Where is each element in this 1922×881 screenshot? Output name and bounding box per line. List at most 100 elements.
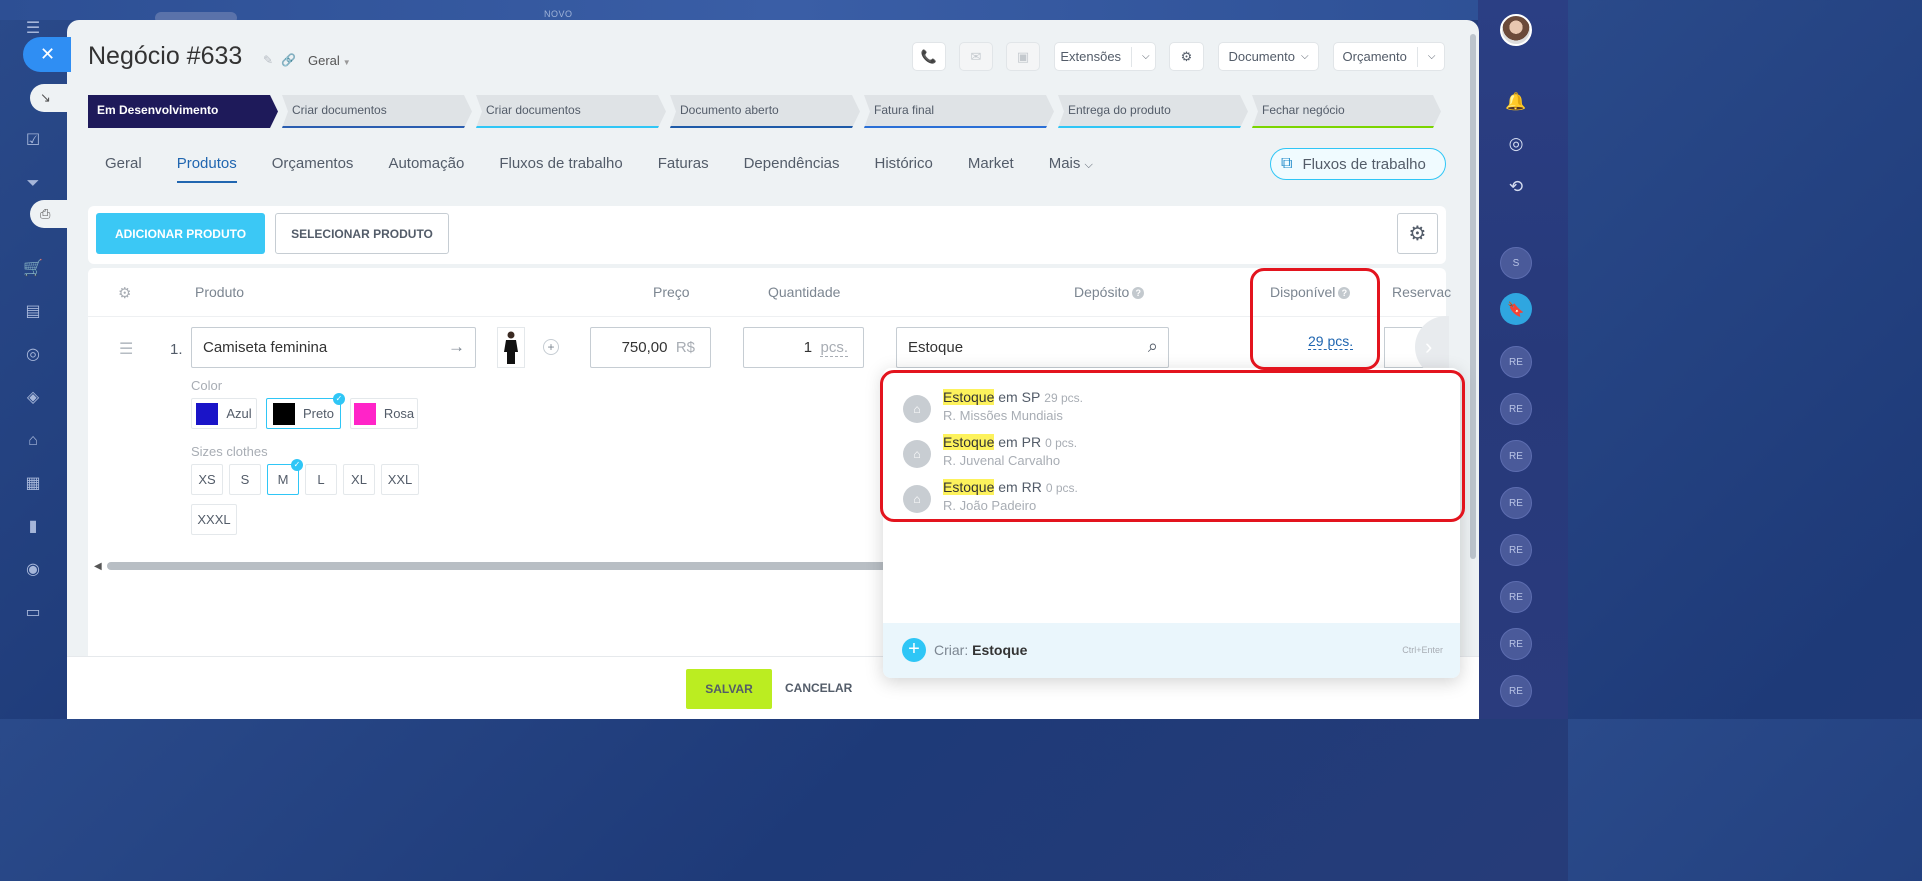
edit-icon[interactable]: ✎: [263, 53, 273, 67]
tab-produtos[interactable]: Produtos: [160, 155, 255, 183]
tab-faturas[interactable]: Faturas: [641, 155, 727, 183]
call-button[interactable]: 📞: [912, 42, 946, 71]
table-settings-button[interactable]: ⚙: [1397, 213, 1438, 254]
size-chip[interactable]: XL: [343, 464, 375, 495]
tab-market[interactable]: Market: [951, 155, 1032, 183]
right-rail-re[interactable]: RE: [1500, 628, 1532, 660]
calendar-icon[interactable]: ▦: [22, 473, 44, 495]
stage-item[interactable]: Fatura final: [864, 95, 1054, 128]
size-chip[interactable]: XXXL: [191, 504, 237, 535]
stage-label: Documento aberto: [680, 103, 779, 117]
size-chip-label: M: [277, 472, 289, 487]
robot-icon[interactable]: ◎: [22, 344, 44, 366]
tab-dependencias[interactable]: Dependências: [727, 155, 858, 183]
link-icon[interactable]: 🔗: [281, 53, 296, 67]
tab-bar: Geral Produtos Orçamentos Automação Flux…: [88, 155, 1111, 183]
size-chip[interactable]: XXL: [381, 464, 419, 495]
scroll-left-icon[interactable]: ◀: [94, 561, 102, 572]
quantity-field[interactable]: 1 pcs.: [743, 327, 864, 368]
close-slider-button[interactable]: ✕: [23, 37, 71, 72]
chart-icon[interactable]: ▮: [22, 516, 44, 538]
warehouse-option[interactable]: ⌂ Estoque em SP 29 pcs. R. Missões Mundia…: [903, 389, 1203, 429]
tab-mais[interactable]: Mais ⌵: [1032, 155, 1111, 183]
right-rail-re[interactable]: RE: [1500, 440, 1532, 472]
size-chip[interactable]: L: [305, 464, 337, 495]
add-variant-icon[interactable]: +: [543, 339, 559, 355]
color-chip[interactable]: Rosa: [350, 398, 418, 429]
stage-item[interactable]: Criar documentos: [282, 95, 472, 128]
stage-item[interactable]: Entrega do produto: [1058, 95, 1248, 128]
stage-item[interactable]: Fechar negócio: [1252, 95, 1441, 128]
product-image[interactable]: [497, 327, 525, 368]
warehouse-option[interactable]: ⌂ Estoque em PR 0 pcs. R. Juvenal Carvalh…: [903, 434, 1203, 474]
chat-button[interactable]: ▣: [1006, 42, 1040, 71]
tab-fluxos[interactable]: Fluxos de trabalho: [482, 155, 640, 183]
tab-geral[interactable]: Geral: [88, 155, 160, 183]
help-icon[interactable]: ?: [1132, 287, 1145, 299]
target-icon[interactable]: ◉: [22, 559, 44, 581]
pipeline-dropdown[interactable]: Geral ▼: [308, 53, 351, 68]
right-rail-s[interactable]: S: [1500, 247, 1532, 279]
cancel-button[interactable]: CANCELAR: [785, 681, 852, 695]
funnel-icon[interactable]: ⏷: [22, 173, 44, 195]
chevron-down-icon: ⌵: [1427, 51, 1436, 62]
right-rail-re[interactable]: RE: [1500, 346, 1532, 378]
add-product-button[interactable]: ADICIONAR PRODUTO: [96, 213, 265, 254]
quote-button[interactable]: Orçamento ⌵: [1333, 42, 1445, 71]
email-button[interactable]: ✉: [959, 42, 993, 71]
tab-automacao[interactable]: Automação: [371, 155, 482, 183]
select-product-button[interactable]: SELECIONAR PRODUTO: [275, 213, 449, 254]
doc-icon[interactable]: ▭: [22, 602, 44, 624]
gear-icon: ⚙: [1180, 48, 1193, 64]
card-icon[interactable]: ▤: [22, 301, 44, 323]
tab-orcamentos[interactable]: Orçamentos: [255, 155, 372, 183]
product-name-value: Camiseta feminina: [203, 339, 328, 356]
vertical-scrollbar[interactable]: [1470, 34, 1476, 559]
right-rail-re[interactable]: RE: [1500, 534, 1532, 566]
tab-historico[interactable]: Histórico: [858, 155, 951, 183]
tasks-icon[interactable]: ☑: [22, 130, 44, 152]
user-avatar[interactable]: [1500, 14, 1532, 46]
drag-handle-icon[interactable]: ☰: [119, 339, 133, 359]
bell-icon[interactable]: 🔔: [1502, 88, 1530, 116]
stage-item[interactable]: Documento aberto: [670, 95, 860, 128]
cart-icon[interactable]: 🛒: [22, 258, 44, 280]
workflows-button[interactable]: ⧉ Fluxos de trabalho: [1270, 148, 1446, 180]
color-chip[interactable]: Azul: [191, 398, 257, 429]
document-button[interactable]: Documento ⌵: [1218, 42, 1319, 71]
warehouse-search-input[interactable]: Estoque ⌕: [896, 327, 1169, 368]
stage-item[interactable]: Criar documentos: [476, 95, 666, 128]
minimize-icon[interactable]: ↘: [30, 84, 68, 112]
right-rail-re[interactable]: RE: [1500, 675, 1532, 707]
print-icon[interactable]: ⎙: [30, 200, 68, 228]
product-name-field[interactable]: Camiseta feminina →: [191, 327, 476, 368]
bookmark-icon[interactable]: 🔖: [1500, 293, 1532, 325]
sync-icon[interactable]: ⟲: [1502, 173, 1530, 201]
column-settings-icon[interactable]: ⚙: [118, 284, 131, 302]
extensions-button[interactable]: Extensões ⌵: [1054, 42, 1156, 71]
size-chip[interactable]: XS: [191, 464, 223, 495]
option-address: R. Missões Mundiais: [943, 408, 1063, 423]
create-warehouse-row[interactable]: + Criar: Estoque Ctrl+Enter: [883, 623, 1460, 678]
save-button[interactable]: SALVAR: [686, 669, 772, 709]
warehouse-option[interactable]: ⌂ Estoque em RR 0 pcs. R. João Padeiro: [903, 479, 1203, 519]
search-icon[interactable]: ⌕: [1148, 336, 1158, 357]
right-rail-re[interactable]: RE: [1500, 393, 1532, 425]
right-rail-re[interactable]: RE: [1500, 581, 1532, 613]
target-icon[interactable]: ◎: [1502, 130, 1530, 158]
help-icon[interactable]: ?: [1338, 287, 1351, 299]
right-rail-re[interactable]: RE: [1500, 487, 1532, 519]
arrow-right-icon[interactable]: →: [448, 337, 465, 357]
horizontal-scrollbar[interactable]: [107, 562, 887, 570]
price-field[interactable]: 750,00 R$: [590, 327, 711, 368]
check-icon: ✓: [291, 459, 303, 471]
size-chip-selected[interactable]: M ✓: [267, 459, 303, 495]
unit-label[interactable]: pcs.: [820, 339, 848, 357]
size-chip[interactable]: S: [229, 464, 261, 495]
warehouse-icon[interactable]: ⌂: [22, 430, 44, 452]
available-quantity[interactable]: 29 pcs.: [1308, 333, 1354, 350]
stage-item[interactable]: Em Desenvolvimento: [88, 95, 278, 128]
settings-button[interactable]: ⚙: [1169, 42, 1204, 71]
color-chip[interactable]: Preto ✓: [266, 393, 345, 429]
box-icon[interactable]: ◈: [22, 387, 44, 409]
